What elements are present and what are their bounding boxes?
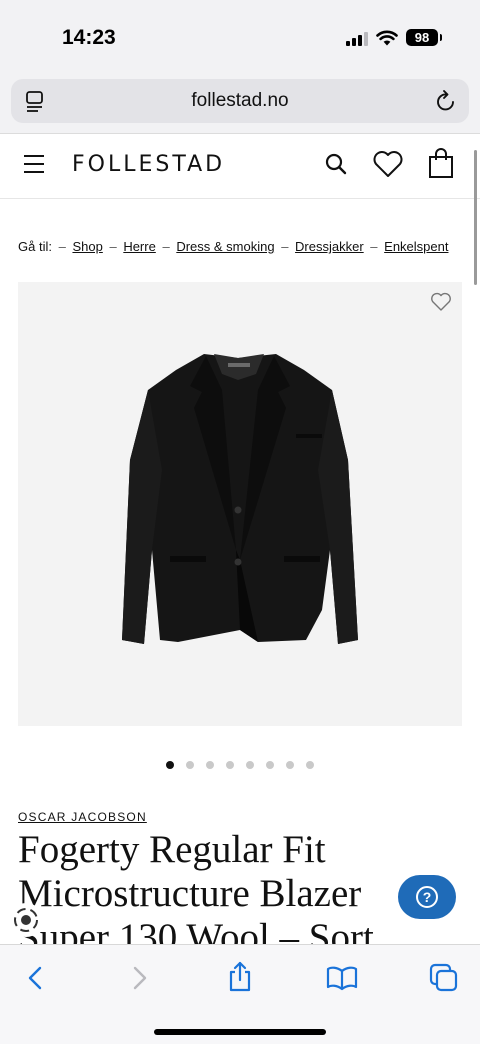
battery-icon: 98: [406, 29, 442, 46]
breadcrumb: Gå til: – Shop – Herre – Dress & smoking…: [18, 239, 448, 254]
book-icon[interactable]: [326, 965, 358, 991]
status-time: 14:23: [62, 26, 116, 49]
site-header: FOLLESTAD: [0, 135, 480, 199]
breadcrumb-separator: –: [162, 239, 170, 254]
breadcrumb-shop[interactable]: Shop: [72, 239, 102, 254]
home-indicator[interactable]: [154, 1029, 326, 1035]
shopping-bag-icon[interactable]: [427, 147, 455, 179]
chevron-left-icon[interactable]: [26, 964, 46, 992]
site-logo[interactable]: FOLLESTAD: [72, 152, 225, 177]
breadcrumb-prefix: Gå til:: [18, 239, 52, 254]
scrollbar[interactable]: [474, 150, 477, 285]
tabs-icon[interactable]: [429, 963, 459, 993]
breadcrumb-dressjakker[interactable]: Dressjakker: [295, 239, 364, 254]
url-text[interactable]: follestad.no: [11, 90, 469, 112]
carousel-dot[interactable]: [306, 761, 314, 769]
breadcrumb-separator: –: [281, 239, 289, 254]
heart-icon[interactable]: [372, 150, 404, 178]
breadcrumb-separator: –: [109, 239, 117, 254]
search-icon[interactable]: [324, 152, 348, 176]
address-bar[interactable]: follestad.no: [11, 79, 469, 123]
product-brand-link[interactable]: OSCAR JACOBSON: [18, 810, 147, 824]
breadcrumb-enkelspent[interactable]: Enkelspent: [384, 239, 448, 254]
browser-toolbar: [0, 944, 480, 1044]
wifi-icon: [376, 30, 398, 45]
status-indicators: 98: [346, 29, 442, 46]
carousel-dot[interactable]: [166, 761, 174, 769]
status-bar: 14:23 98: [0, 0, 480, 72]
breadcrumb-herre[interactable]: Herre: [123, 239, 156, 254]
carousel-dot[interactable]: [246, 761, 254, 769]
image-carousel-dots: [0, 761, 480, 769]
carousel-dot[interactable]: [286, 761, 294, 769]
browser-address-area: follestad.no: [0, 72, 480, 134]
breadcrumb-dress-smoking[interactable]: Dress & smoking: [176, 239, 274, 254]
carousel-dot[interactable]: [266, 761, 274, 769]
reload-icon[interactable]: [435, 89, 457, 113]
breadcrumb-separator: –: [370, 239, 378, 254]
carousel-dot[interactable]: [186, 761, 194, 769]
product-image[interactable]: [18, 282, 462, 726]
help-chat-button[interactable]: ?: [398, 875, 456, 919]
carousel-dot[interactable]: [206, 761, 214, 769]
carousel-dot[interactable]: [226, 761, 234, 769]
svg-text:?: ?: [423, 889, 432, 905]
wishlist-heart-icon[interactable]: [430, 292, 452, 312]
product-title-line: Fogerty Regular Fit: [18, 828, 326, 871]
cellular-signal-icon: [346, 30, 368, 46]
help-icon: ?: [416, 886, 438, 908]
share-icon[interactable]: [227, 960, 253, 992]
breadcrumb-separator: –: [58, 239, 66, 254]
hamburger-menu-icon[interactable]: [24, 155, 44, 173]
chevron-right-icon[interactable]: [129, 964, 149, 992]
blazer-photo: [122, 354, 358, 644]
product-title: Fogerty Regular Fit Microstructure Blaze…: [18, 828, 438, 960]
accessibility-icon[interactable]: [9, 903, 43, 937]
product-title-line: Microstructure Blazer: [18, 872, 362, 915]
